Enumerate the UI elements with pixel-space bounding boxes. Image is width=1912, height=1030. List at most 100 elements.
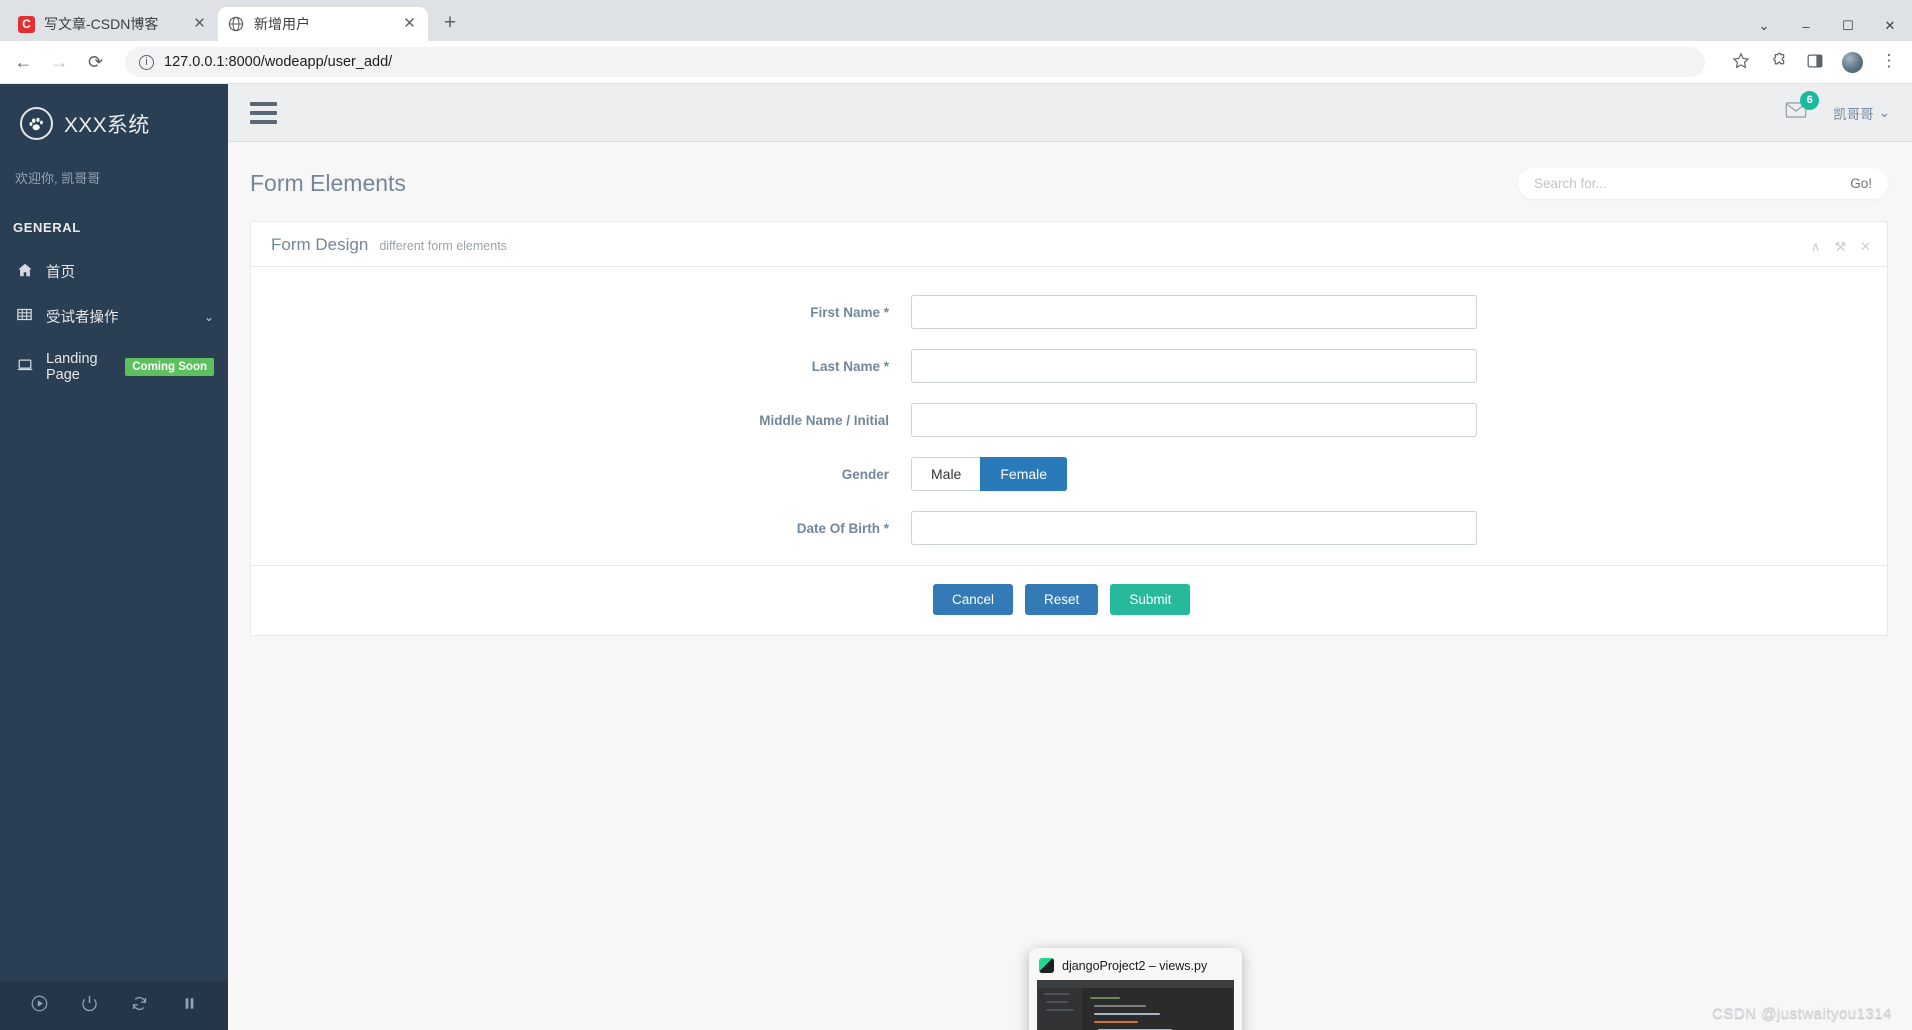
browser-tab-user-add[interactable]: 新增用户 ✕ bbox=[218, 7, 428, 41]
sidebar-section-general: GENERAL bbox=[13, 220, 81, 235]
tab-title: 新增用户 bbox=[254, 16, 310, 32]
sidebar-item-home[interactable]: 首页 bbox=[0, 249, 228, 294]
sidebar-footer bbox=[0, 982, 228, 1030]
form-row-date-of-birth: Date Of Birth * bbox=[251, 511, 1887, 545]
home-icon bbox=[16, 262, 33, 282]
preview-header: djangoProject2 – views.py bbox=[1037, 956, 1234, 980]
search-box[interactable]: Go! bbox=[1518, 168, 1888, 199]
new-tab-button[interactable]: + bbox=[434, 7, 466, 39]
form-row-middle-name: Middle Name / Initial bbox=[251, 403, 1887, 437]
sidebar-item-landing-page[interactable]: Landing Page Coming Soon bbox=[0, 339, 228, 395]
reset-button[interactable]: Reset bbox=[1025, 584, 1099, 615]
close-icon[interactable]: ✕ bbox=[1860, 239, 1871, 255]
coming-soon-badge: Coming Soon bbox=[125, 358, 214, 376]
tab-title: 写文章-CSDN博客 bbox=[44, 16, 159, 32]
browser-tab-csdn[interactable]: C 写文章-CSDN博客 ✕ bbox=[8, 7, 218, 41]
pycharm-icon bbox=[1039, 958, 1054, 973]
first-name-input[interactable] bbox=[911, 295, 1477, 329]
chrome-menu-icon[interactable]: ⋮ bbox=[1878, 51, 1900, 73]
page-header: Form Elements Go! bbox=[228, 142, 1912, 221]
csdn-icon: C bbox=[18, 15, 35, 33]
notification-count-badge: 6 bbox=[1800, 90, 1820, 110]
panel-tools: ∧ ⚒ ✕ bbox=[1811, 239, 1871, 255]
sidebar-item-label: Landing Page bbox=[46, 351, 98, 383]
pause-icon[interactable] bbox=[180, 994, 199, 1018]
brand-logo[interactable]: XXX系统 bbox=[0, 84, 228, 144]
user-menu[interactable]: 凯哥哥 ⌄ bbox=[1833, 103, 1890, 123]
table-icon bbox=[16, 307, 33, 326]
topbar-actions: 6 凯哥哥 ⌄ bbox=[1785, 90, 1890, 125]
user-add-form: First Name * Last Name * Middle Name / I… bbox=[251, 267, 1887, 635]
preview-title: djangoProject2 – views.py bbox=[1062, 958, 1208, 973]
search-input[interactable] bbox=[1534, 176, 1851, 191]
tab-close-icon[interactable]: ✕ bbox=[191, 15, 208, 33]
site-info-icon[interactable]: i bbox=[139, 54, 154, 70]
cancel-button[interactable]: Cancel bbox=[933, 584, 1014, 615]
page-title: Form Elements bbox=[250, 170, 406, 196]
middle-name-input[interactable] bbox=[911, 403, 1477, 437]
tab-strip: C 写文章-CSDN博客 ✕ 新增用户 ✕ + ⌄ – ☐ ✕ bbox=[0, 0, 1912, 41]
form-design-panel: Form Design different form elements ∧ ⚒ … bbox=[250, 221, 1888, 636]
wrench-icon[interactable]: ⚒ bbox=[1834, 239, 1846, 255]
brand-title: XXX系统 bbox=[64, 113, 150, 137]
laptop-icon bbox=[16, 357, 33, 377]
preview-thumbnail-image bbox=[1037, 980, 1234, 1030]
globe-icon bbox=[228, 16, 245, 33]
side-panel-icon[interactable] bbox=[1805, 51, 1827, 73]
submit-button[interactable]: Submit bbox=[1110, 584, 1191, 615]
gender-option-female[interactable]: Female bbox=[980, 457, 1068, 491]
topbar: 6 凯哥哥 ⌄ bbox=[228, 84, 1912, 142]
form-row-first-name: First Name * bbox=[251, 295, 1887, 329]
bookmark-star-icon[interactable] bbox=[1731, 51, 1753, 73]
reload-button[interactable]: ⟳ bbox=[84, 52, 107, 73]
close-window-button[interactable]: ✕ bbox=[1882, 18, 1898, 34]
gender-option-male[interactable]: Male bbox=[911, 457, 981, 491]
maximize-button[interactable]: ☐ bbox=[1840, 18, 1856, 34]
tab-search-icon[interactable]: ⌄ bbox=[1756, 18, 1772, 34]
form-row-last-name: Last Name * bbox=[251, 349, 1887, 383]
minimize-button[interactable]: – bbox=[1798, 19, 1814, 34]
watermark: CSDN @justwaityou1314 bbox=[1712, 1005, 1892, 1022]
field-label: Middle Name / Initial bbox=[759, 412, 889, 428]
hamburger-icon[interactable] bbox=[250, 101, 277, 124]
profile-avatar[interactable] bbox=[1842, 51, 1863, 73]
sidebar: XXX系统 欢迎你, 凯哥哥 GENERAL 首页 受试者操作 ⌄ Landin… bbox=[0, 84, 228, 1030]
toolbar-actions: ⋮ bbox=[1723, 51, 1900, 73]
field-label: Gender bbox=[841, 466, 889, 482]
date-of-birth-input[interactable] bbox=[911, 511, 1477, 545]
form-row-gender: Gender Male Female bbox=[251, 457, 1887, 491]
back-button[interactable]: ← bbox=[12, 52, 35, 73]
chevron-down-icon[interactable]: ⌄ bbox=[204, 310, 214, 324]
sidebar-item-label: 受试者操作 bbox=[46, 310, 119, 326]
window-controls: ⌄ – ☐ ✕ bbox=[1756, 18, 1912, 41]
browser-window: C 写文章-CSDN博客 ✕ 新增用户 ✕ + ⌄ – ☐ ✕ ← → ⟳ i … bbox=[0, 0, 1912, 1030]
messages-button[interactable]: 6 bbox=[1785, 90, 1820, 125]
panel-title: Form Design bbox=[271, 235, 369, 254]
tab-close-icon[interactable]: ✕ bbox=[401, 15, 418, 33]
browser-toolbar: ← → ⟳ i 127.0.0.1:8000/wodeapp/user_add/… bbox=[0, 41, 1912, 84]
search-go-button[interactable]: Go! bbox=[1850, 176, 1872, 191]
field-label: Date Of Birth * bbox=[796, 520, 889, 536]
sidebar-nav: 首页 受试者操作 ⌄ Landing Page Coming Soon bbox=[0, 249, 228, 395]
panel-subtitle: different form elements bbox=[379, 239, 507, 253]
sidebar-item-subject-operations[interactable]: 受试者操作 ⌄ bbox=[0, 294, 228, 339]
power-icon[interactable] bbox=[80, 994, 99, 1018]
last-name-input[interactable] bbox=[911, 349, 1477, 383]
taskbar-preview-card[interactable]: djangoProject2 – views.py bbox=[1029, 948, 1242, 1030]
sidebar-item-label: 首页 bbox=[46, 265, 75, 281]
forward-button[interactable]: → bbox=[48, 52, 71, 73]
paw-icon bbox=[20, 107, 53, 140]
field-label: Last Name * bbox=[811, 358, 889, 374]
panel-header: Form Design different form elements ∧ ⚒ … bbox=[251, 222, 1887, 267]
gender-toggle-group: Male Female bbox=[911, 457, 1068, 491]
address-bar[interactable]: i 127.0.0.1:8000/wodeapp/user_add/ bbox=[125, 47, 1705, 77]
user-name-label: 凯哥哥 bbox=[1833, 106, 1874, 122]
main-content: Form Elements Go! Form Design different … bbox=[228, 142, 1912, 1030]
refresh-icon[interactable] bbox=[130, 994, 149, 1018]
play-circle-icon[interactable] bbox=[30, 994, 49, 1018]
web-application: XXX系统 欢迎你, 凯哥哥 GENERAL 首页 受试者操作 ⌄ Landin… bbox=[0, 84, 1912, 1030]
extensions-puzzle-icon[interactable] bbox=[1768, 51, 1790, 73]
field-label: First Name * bbox=[810, 304, 889, 320]
collapse-icon[interactable]: ∧ bbox=[1811, 239, 1821, 255]
form-actions: Cancel Reset Submit bbox=[251, 565, 1887, 635]
